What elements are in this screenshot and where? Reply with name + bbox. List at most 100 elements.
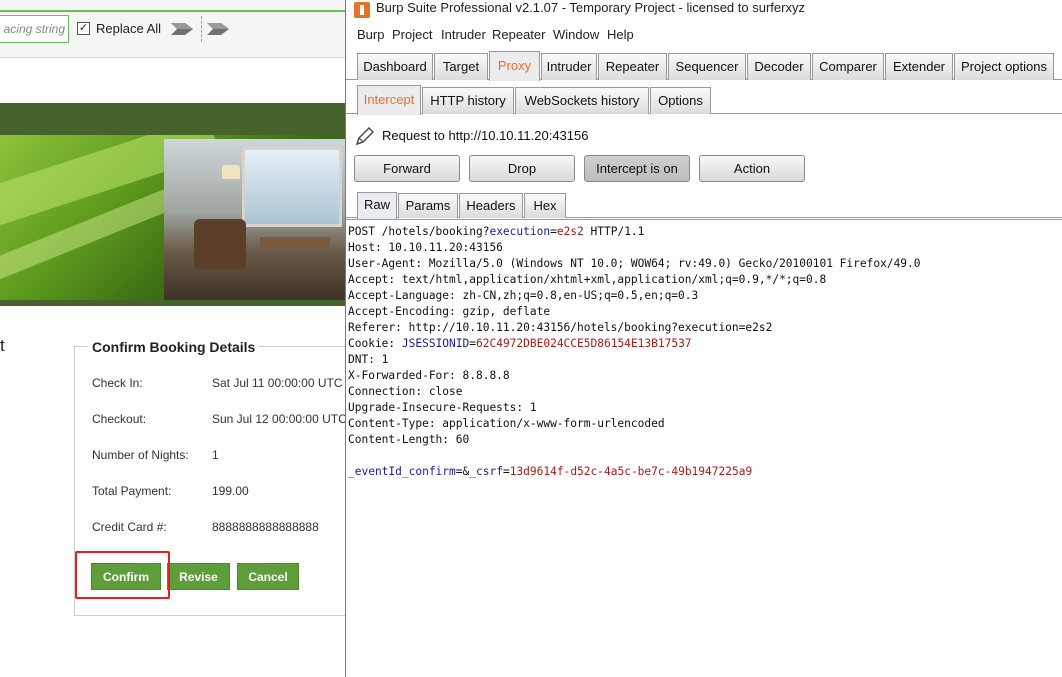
menu-window[interactable]: Window bbox=[553, 27, 599, 42]
tab-comparer[interactable]: Comparer bbox=[812, 53, 884, 80]
tab-decoder[interactable]: Decoder bbox=[747, 53, 811, 80]
hotel-banner-image bbox=[0, 135, 346, 300]
total-payment-label: Total Payment: bbox=[92, 484, 172, 498]
header-accept-encoding: Accept-Encoding: gzip, deflate bbox=[348, 305, 551, 318]
revise-button[interactable]: Revise bbox=[167, 563, 230, 590]
menu-intruder[interactable]: Intruder bbox=[441, 27, 486, 42]
cookie-value: 62C4972DBE024CCE5D86154E13B17537 bbox=[476, 337, 692, 350]
body-csrf-value: 13d9614f-d52c-4a5c-be7c-49b1947225a9 bbox=[509, 465, 753, 478]
replace-input[interactable]: acing string bbox=[0, 15, 69, 43]
tab-intruder[interactable]: Intruder bbox=[541, 53, 597, 80]
checkout-value: Sun Jul 12 00:00:00 UTC bbox=[212, 412, 346, 426]
menu-burp[interactable]: Burp bbox=[357, 27, 384, 42]
tab-options[interactable]: Options bbox=[650, 87, 711, 114]
header-accept: Accept: text/html,application/xhtml+xml,… bbox=[348, 273, 827, 286]
header-upgrade-insecure: Upgrade-Insecure-Requests: 1 bbox=[348, 401, 537, 414]
query-param-name: execution bbox=[489, 225, 551, 238]
tab-proxy[interactable]: Proxy bbox=[489, 51, 540, 81]
header-x-forwarded-for: X-Forwarded-For: 8.8.8.8 bbox=[348, 369, 510, 382]
tab-dashboard[interactable]: Dashboard bbox=[357, 53, 433, 80]
tab-hex[interactable]: Hex bbox=[524, 193, 566, 218]
tab-extender[interactable]: Extender bbox=[885, 53, 953, 80]
menu-bar: Burp Project Intruder Repeater Window He… bbox=[346, 24, 1062, 46]
credit-card-value: 8888888888888888 bbox=[212, 520, 319, 534]
credit-card-label: Credit Card #: bbox=[92, 520, 167, 534]
room-chair bbox=[194, 219, 246, 269]
background-browser: acing string ✓ Replace All t Confirm Boo… bbox=[0, 0, 346, 677]
site-header-bar bbox=[0, 103, 346, 135]
checkin-label: Check In: bbox=[92, 376, 143, 390]
burp-logo-icon bbox=[354, 2, 370, 18]
arrow-right-icon[interactable] bbox=[170, 20, 194, 38]
find-replace-bar: acing string ✓ Replace All bbox=[0, 0, 346, 58]
replace-all-label: Replace All bbox=[96, 21, 162, 36]
room-lamp bbox=[222, 165, 240, 179]
action-button[interactable]: Action bbox=[699, 155, 805, 182]
request-to-label: Request to http://10.10.11.20:43156 bbox=[382, 128, 589, 143]
booking-details-title: Confirm Booking Details bbox=[88, 339, 260, 355]
request-line-1: POST /hotels/booking?execution=e2s2 HTTP… bbox=[348, 224, 644, 240]
cookie-eq: = bbox=[469, 337, 476, 350]
nights-value: 1 bbox=[212, 448, 219, 462]
query-param-value: e2s2 bbox=[556, 225, 584, 238]
tab-intercept[interactable]: Intercept bbox=[357, 85, 421, 115]
window-title: Burp Suite Professional v2.1.07 - Tempor… bbox=[376, 0, 805, 15]
total-payment-value: 199.00 bbox=[212, 484, 249, 498]
request-body: _eventId_confirm=&_csrf=13d9614f-d52c-4a… bbox=[348, 464, 752, 480]
room-table bbox=[260, 237, 330, 247]
header-user-agent: User-Agent: Mozilla/5.0 (Windows NT 10.0… bbox=[348, 257, 921, 270]
cookie-name: JSESSIONID bbox=[401, 337, 470, 350]
forward-button[interactable]: Forward bbox=[354, 155, 460, 182]
tab-headers[interactable]: Headers bbox=[459, 193, 523, 218]
nights-label: Number of Nights: bbox=[92, 448, 189, 462]
tab-raw[interactable]: Raw bbox=[357, 192, 397, 219]
header-cookie: Cookie: JSESSIONID=62C4972DBE024CCE5D861… bbox=[348, 336, 692, 352]
request-protocol: HTTP/1.1 bbox=[583, 225, 645, 238]
cookie-key: Cookie: bbox=[348, 337, 402, 350]
tab-params[interactable]: Params bbox=[398, 193, 458, 218]
page-heading-fragment: t bbox=[0, 336, 5, 355]
tab-sequencer[interactable]: Sequencer bbox=[668, 53, 746, 80]
proxy-sub-tab-bar: Intercept HTTP history WebSockets histor… bbox=[346, 85, 1062, 115]
body-param-eventid: _eventId_confirm bbox=[348, 465, 456, 478]
header-connection: Connection: close bbox=[348, 385, 463, 398]
header-dnt: DNT: 1 bbox=[348, 353, 389, 366]
header-host: Host: 10.10.11.20:43156 bbox=[348, 241, 503, 254]
header-content-length: Content-Length: 60 bbox=[348, 433, 470, 446]
confirm-highlight-box bbox=[75, 551, 170, 599]
header-content-type: Content-Type: application/x-www-form-url… bbox=[348, 417, 665, 430]
pencil-icon[interactable] bbox=[354, 125, 376, 147]
cancel-button[interactable]: Cancel bbox=[237, 563, 299, 590]
burp-suite-window: Burp Suite Professional v2.1.07 - Tempor… bbox=[345, 0, 1062, 677]
tab-target[interactable]: Target bbox=[434, 53, 488, 80]
drop-button[interactable]: Drop bbox=[469, 155, 575, 182]
body-eq: = bbox=[502, 465, 510, 478]
menu-help[interactable]: Help bbox=[607, 27, 634, 42]
body-param-csrf: _csrf bbox=[469, 465, 503, 478]
tab-websockets-history[interactable]: WebSockets history bbox=[515, 87, 649, 114]
find-bar-accent-line bbox=[0, 10, 346, 12]
body-separator: =& bbox=[455, 465, 470, 478]
message-view-tab-bar: Raw Params Headers Hex bbox=[346, 192, 1062, 219]
arrow-right-icon[interactable] bbox=[206, 20, 230, 38]
request-method-path: POST /hotels/booking? bbox=[348, 225, 490, 238]
query-param-eq: = bbox=[550, 225, 557, 238]
tab-project-options[interactable]: Project options bbox=[954, 53, 1054, 80]
checkin-value: Sat Jul 11 00:00:00 UTC bbox=[212, 376, 343, 390]
tab-http-history[interactable]: HTTP history bbox=[422, 87, 514, 114]
site-header-bottom-bar bbox=[0, 300, 346, 306]
main-tab-bar: Dashboard Target Proxy Intruder Repeater… bbox=[346, 51, 1062, 81]
header-referer: Referer: http://10.10.11.20:43156/hotels… bbox=[348, 321, 773, 334]
find-bar-separator bbox=[201, 16, 202, 42]
hotel-room-photo bbox=[164, 139, 346, 300]
room-window bbox=[242, 147, 342, 227]
tab-repeater[interactable]: Repeater bbox=[598, 53, 667, 80]
raw-request-editor[interactable]: POST /hotels/booking?execution=e2s2 HTTP… bbox=[346, 219, 1062, 677]
intercept-toggle-button[interactable]: Intercept is on bbox=[584, 155, 690, 182]
replace-all-checkbox[interactable]: ✓ bbox=[77, 22, 90, 35]
menu-project[interactable]: Project bbox=[392, 27, 432, 42]
title-bar: Burp Suite Professional v2.1.07 - Tempor… bbox=[346, 0, 1062, 20]
checkout-label: Checkout: bbox=[92, 412, 147, 426]
menu-repeater[interactable]: Repeater bbox=[492, 27, 545, 42]
header-accept-language: Accept-Language: zh-CN,zh;q=0.8,en-US;q=… bbox=[348, 289, 699, 302]
